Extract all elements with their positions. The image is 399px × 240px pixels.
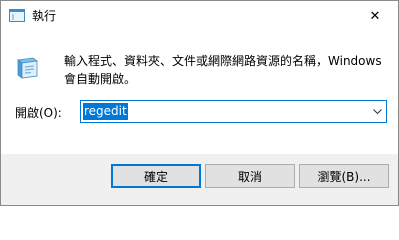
button-bar: 確定 取消 瀏覽(B)...: [1, 154, 398, 205]
close-icon: ✕: [369, 8, 381, 24]
description-text: 輸入程式、資料夾、文件或網際網路資源的名稱，Windows 會自動開啟。: [64, 54, 382, 86]
cancel-button[interactable]: 取消: [205, 164, 295, 188]
window-title: 執行: [32, 9, 57, 23]
open-label: 開啟(O):: [15, 106, 62, 120]
open-input[interactable]: regedit: [83, 103, 128, 120]
ok-button[interactable]: 確定: [111, 164, 201, 188]
run-dialog: 執行 ✕ 輸入程式、資料夾、文件或網際網路資源的名稱，Windows 會自動開啟…: [0, 0, 399, 206]
run-icon: [9, 9, 25, 22]
close-button[interactable]: ✕: [352, 1, 398, 31]
title-bar[interactable]: 執行 ✕: [1, 1, 398, 31]
open-combobox[interactable]: regedit: [80, 100, 387, 123]
run-icon: [16, 57, 39, 79]
dialog-body: 輸入程式、資料夾、文件或網際網路資源的名稱，Windows 會自動開啟。 開啟(…: [1, 31, 398, 154]
chevron-down-icon[interactable]: [368, 101, 386, 122]
browse-button[interactable]: 瀏覽(B)...: [299, 164, 389, 188]
